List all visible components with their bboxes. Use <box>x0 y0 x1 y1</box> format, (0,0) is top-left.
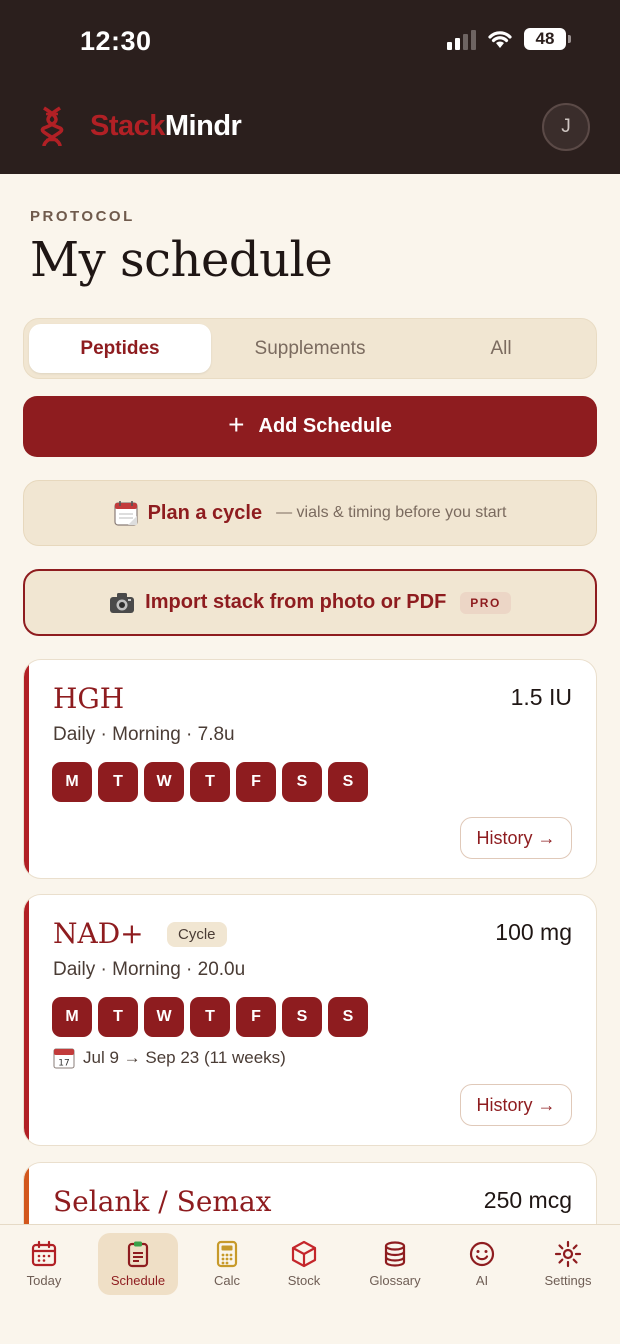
day-chip[interactable]: T <box>190 762 230 802</box>
dose: 250 mcg <box>483 1187 572 1213</box>
pro-badge: PRO <box>460 591 511 614</box>
dna-logo-icon <box>40 106 64 147</box>
plan-cycle-label: Plan a cycle <box>147 501 263 524</box>
schedule-meta: Daily · Morning · 7.8u <box>53 724 235 745</box>
smile-icon <box>469 1241 495 1267</box>
plus-icon: + <box>228 409 245 440</box>
category-tabs: Peptides Supplements All <box>23 318 597 379</box>
page-title: My schedule <box>30 232 333 288</box>
add-schedule-label: Add Schedule <box>258 415 392 437</box>
day-chip[interactable]: S <box>282 997 322 1037</box>
cycle-range-text: Jul 9 → Sep 23 (11 weeks) <box>83 1048 286 1067</box>
calendar-icon <box>31 1240 57 1267</box>
nav-schedule[interactable]: Schedule <box>98 1233 178 1295</box>
nav-label: Calc <box>213 1273 240 1288</box>
bottom-navigation: Today Schedule Calc Stock Glossary AI Se… <box>0 1224 620 1344</box>
nav-calc[interactable]: Calc <box>187 1233 267 1295</box>
add-schedule-button[interactable]: + Add Schedule <box>23 396 597 457</box>
box-icon <box>291 1240 317 1268</box>
schedule-card-nad[interactable]: NAD+ Cycle 100 mg Daily · Morning · 20.0… <box>23 894 597 1146</box>
app-header: 12:30 48 StackMindr J <box>0 0 620 174</box>
nav-glossary[interactable]: Glossary <box>355 1233 435 1295</box>
dose: 1.5 IU <box>510 684 572 710</box>
nav-stock[interactable]: Stock <box>264 1233 344 1295</box>
day-chip[interactable]: S <box>328 997 368 1037</box>
day-chip[interactable]: S <box>328 762 368 802</box>
day-chip[interactable]: T <box>98 762 138 802</box>
database-icon <box>384 1241 406 1267</box>
status-time: 12:30 <box>80 26 152 56</box>
peptide-name: NAD+ <box>53 917 144 950</box>
cycle-range: 17 Jul 9 → Sep 23 (11 weeks) <box>53 1047 286 1069</box>
day-chip[interactable]: M <box>52 762 92 802</box>
date-calendar-icon: 17 <box>53 1048 75 1069</box>
peptide-name: HGH <box>53 682 125 715</box>
dose: 100 mg <box>495 919 572 945</box>
peptide-name: Selank / Semax <box>53 1185 272 1218</box>
nav-today[interactable]: Today <box>4 1233 84 1295</box>
history-button[interactable]: History → <box>460 817 572 859</box>
schedule-card-hgh[interactable]: HGH 1.5 IU Daily · Morning · 7.8u M T W … <box>23 659 597 879</box>
calculator-icon <box>216 1240 238 1268</box>
day-chip[interactable]: F <box>236 762 276 802</box>
day-chip[interactable]: M <box>52 997 92 1037</box>
wifi-icon <box>488 31 512 48</box>
clipboard-icon <box>127 1241 149 1268</box>
nav-label: Stock <box>287 1273 321 1288</box>
import-stack-label: Import stack from photo or PDF <box>145 591 447 613</box>
tab-all[interactable]: All <box>409 324 593 373</box>
avatar[interactable]: J <box>542 103 590 151</box>
import-stack-button[interactable]: Import stack from photo or PDF PRO <box>23 569 597 636</box>
tab-peptides[interactable]: Peptides <box>29 324 211 373</box>
nav-label: Schedule <box>110 1273 166 1288</box>
nav-label: Today <box>26 1273 62 1288</box>
weekday-chips: M T W T F S S <box>52 762 368 802</box>
cycle-badge: Cycle <box>167 922 227 947</box>
nav-settings[interactable]: Settings <box>528 1233 608 1295</box>
plan-cycle-button[interactable]: Plan a cycle — vials & timing before you… <box>23 480 597 546</box>
nav-label: AI <box>475 1273 489 1288</box>
schedule-meta: Daily · Morning · 20.0u <box>53 959 246 980</box>
nav-label: Settings <box>544 1273 592 1288</box>
status-indicators: 48 <box>447 28 571 50</box>
weekday-chips: M T W T F S S <box>52 997 368 1037</box>
day-chip[interactable]: W <box>144 997 184 1037</box>
day-chip[interactable]: F <box>236 997 276 1037</box>
nav-ai[interactable]: AI <box>442 1233 522 1295</box>
svg-text:17: 17 <box>58 1059 69 1069</box>
gear-icon <box>554 1240 582 1268</box>
calendar-icon <box>113 501 138 526</box>
cellular-signal-icon <box>447 28 476 50</box>
day-chip[interactable]: S <box>282 762 322 802</box>
day-chip[interactable]: W <box>144 762 184 802</box>
page-eyebrow: PROTOCOL <box>30 208 135 225</box>
plan-cycle-subtitle: — vials & timing before you start <box>276 504 507 521</box>
nav-label: Glossary <box>369 1273 421 1288</box>
battery-icon: 48 <box>524 28 571 50</box>
day-chip[interactable]: T <box>190 997 230 1037</box>
camera-icon <box>110 592 135 613</box>
history-button[interactable]: History → <box>460 1084 572 1126</box>
brand-name: StackMindr <box>90 110 242 142</box>
day-chip[interactable]: T <box>98 997 138 1037</box>
tab-supplements[interactable]: Supplements <box>216 324 404 373</box>
